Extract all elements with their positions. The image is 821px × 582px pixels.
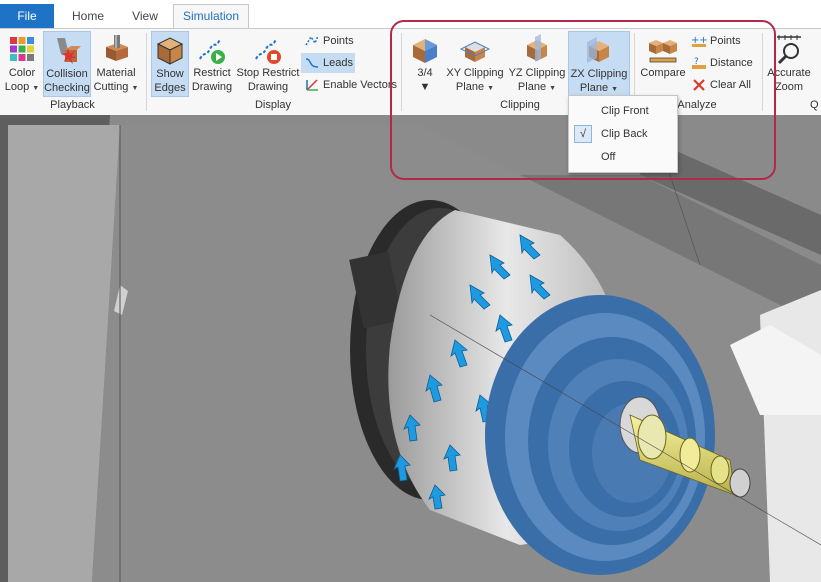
material-cutting-button[interactable]: Material Cutting ▼ — [93, 31, 139, 97]
stop-restrict-drawing-button[interactable]: Stop Restrict Drawing — [235, 31, 301, 97]
collision-checking-label-2: Checking — [44, 82, 90, 94]
show-edges-button[interactable]: Show Edges — [151, 31, 189, 97]
stop-restrict-drawing-label-2: Drawing — [247, 81, 289, 93]
restrict-drawing-icon — [199, 38, 225, 64]
spindle-model-render — [0, 115, 821, 582]
points-path-icon — [305, 35, 319, 46]
collision-checking-button[interactable]: Collision Checking — [43, 31, 91, 97]
tab-home[interactable]: Home — [60, 5, 116, 28]
group-separator — [146, 33, 147, 111]
collision-checking-label-1: Collision — [46, 68, 88, 80]
color-loop-label-2-text: Loop — [4, 81, 30, 93]
vectors-icon — [306, 79, 318, 91]
restrict-drawing-label-2: Drawing — [191, 81, 233, 93]
restrict-drawing-label-1: Restrict — [193, 67, 231, 79]
annotation-highlight-box — [390, 20, 776, 180]
material-cutting-icon — [106, 35, 128, 61]
cube-edges-icon — [156, 37, 184, 65]
leads-label: Leads — [323, 57, 353, 69]
material-cutting-label-2: Cutting ▼ — [93, 81, 139, 95]
tab-view[interactable]: View — [122, 5, 168, 28]
color-grid-icon — [10, 37, 34, 61]
collision-icon — [57, 38, 81, 64]
group-label-playback: Playback — [50, 99, 95, 111]
show-edges-label-2: Edges — [154, 82, 186, 94]
group-label-display: Display — [254, 99, 292, 111]
stop-restrict-drawing-icon — [255, 38, 281, 64]
tab-file[interactable]: File — [0, 4, 54, 28]
simulation-viewport[interactable] — [0, 115, 821, 582]
display-points-button[interactable]: Points — [301, 31, 391, 51]
chevron-down-icon: ▼ — [32, 85, 40, 92]
color-loop-label-1: Color — [8, 67, 36, 79]
leads-button[interactable]: Leads — [301, 53, 355, 73]
tab-simulation[interactable]: Simulation — [173, 4, 249, 29]
material-cutting-label-1: Material — [96, 67, 136, 79]
chevron-down-icon: ▼ — [131, 85, 139, 92]
restrict-drawing-button[interactable]: Restrict Drawing — [191, 31, 233, 97]
stop-restrict-drawing-label-1: Stop Restrict — [236, 67, 300, 79]
enable-vectors-label: Enable Vectors — [323, 79, 397, 91]
group-label-quick-partial: Q — [810, 99, 819, 111]
color-loop-label-2: Loop ▼ — [3, 81, 41, 95]
show-edges-label-1: Show — [156, 68, 184, 80]
color-loop-button[interactable]: Color Loop ▼ — [3, 31, 41, 97]
enable-vectors-button[interactable]: Enable Vectors — [301, 75, 397, 95]
display-points-label: Points — [323, 35, 354, 47]
magnifier-ruler-icon — [777, 35, 801, 65]
material-cutting-label-2-text: Cutting — [93, 81, 129, 93]
leads-icon — [305, 58, 319, 68]
